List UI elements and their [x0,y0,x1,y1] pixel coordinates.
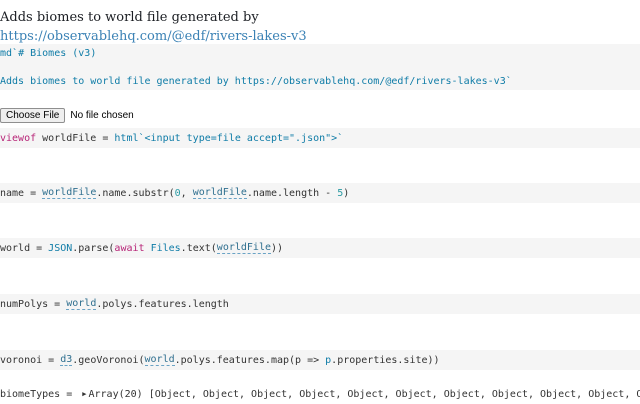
voronoi-mid: .geoVoronoi( [72,355,144,366]
voronoi-tail: .polys.features.map(p => [175,355,326,366]
intro-text: Adds biomes to world file generated by [0,10,259,25]
biometypes-lhs: biomeTypes = [0,389,78,400]
numpolys-cell[interactable]: numPolys = world.polys.features.length [0,294,640,314]
ref-worldfile-1[interactable]: worldFile [42,187,96,199]
file-input: Choose File No file chosen [0,107,134,123]
voronoi-end: .properties.site)) [331,355,439,366]
name-tail: .name.length - [247,188,337,199]
name-cell[interactable]: name = worldFile.name.substr(0, worldFil… [0,183,640,203]
ref-d3[interactable]: d3 [60,354,72,366]
biometypes-cell[interactable]: biomeTypes = ▶Array(20) [Object, Object,… [0,384,640,404]
viewof-cell[interactable]: viewof worldFile = html`<input type=file… [0,128,640,148]
ref-worldfile-2[interactable]: worldFile [193,187,247,199]
numpolys-tail: .polys.features.length [96,299,228,310]
viewof-keyword: viewof [0,133,36,144]
voronoi-cell[interactable]: voronoi = d3.geoVoronoi(world.polys.feat… [0,350,640,370]
md-keyword: md [0,48,12,59]
name-comma: , [181,188,193,199]
files-fn: Files [151,243,181,254]
html-template: `<input type=file accept=".json">` [139,133,344,144]
viewof-rest: worldFile = [36,133,114,144]
file-status: No file chosen [70,110,133,121]
world-mid: .parse( [72,243,114,254]
biometypes-value: Array(20) [Object, Object, Object, Objec… [89,389,640,400]
world-close: )) [271,243,283,254]
ref-worldfile-3[interactable]: worldFile [217,242,271,254]
ref-world-2[interactable]: world [145,354,175,366]
ref-world-1[interactable]: world [66,298,96,310]
name-mid: .name.substr( [96,188,174,199]
md-line-1: `# Biomes (v3) [12,48,96,59]
name-close: ) [343,188,349,199]
markdown-cell[interactable]: md`# Biomes (v3) Adds biomes to world fi… [0,44,640,90]
await-keyword: await [114,243,144,254]
rivers-lakes-link[interactable]: https://observablehq.com/@edf/rivers-lak… [0,29,307,44]
json-fn: JSON [48,243,72,254]
name-lhs: name = [0,188,42,199]
voronoi-lhs: voronoi = [0,355,60,366]
intro-paragraph: Adds biomes to world file generated by h… [0,0,440,46]
world-text: .text( [181,243,217,254]
world-lhs: world = [0,243,48,254]
md-line-2: Adds biomes to world file generated by h… [0,76,512,87]
world-cell[interactable]: world = JSON.parse(await Files.text(worl… [0,238,640,258]
numpolys-lhs: numPolys = [0,299,66,310]
html-fn: html [114,133,138,144]
expand-triangle-icon[interactable]: ▶ [82,390,86,398]
choose-file-button[interactable]: Choose File [0,108,65,123]
